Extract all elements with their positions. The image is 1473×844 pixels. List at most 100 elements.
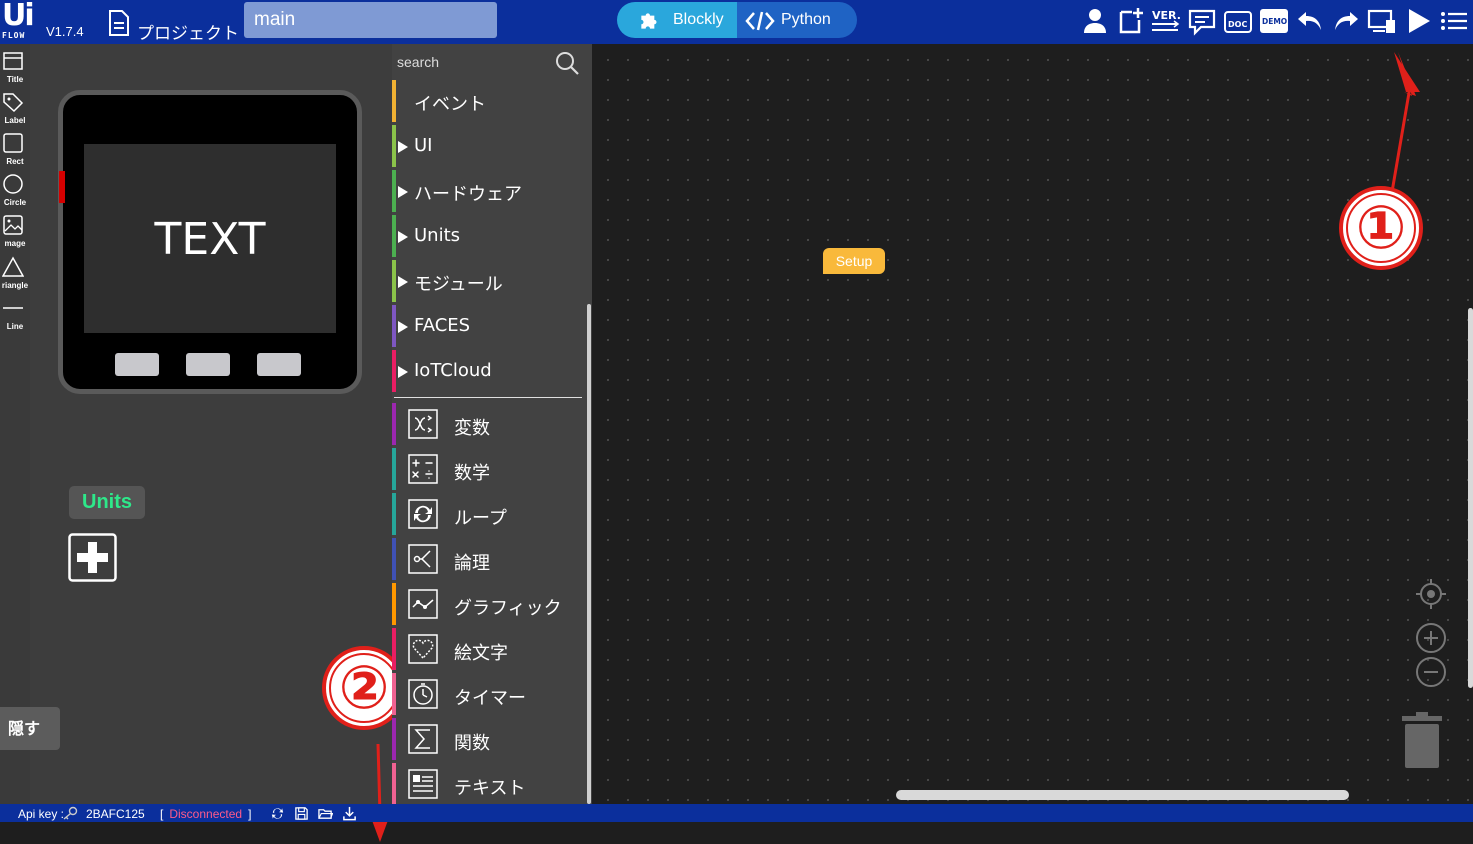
category-label: FACES [414, 315, 471, 336]
project-menu[interactable]: プロジェクト [137, 19, 239, 44]
message-icon[interactable] [1187, 6, 1217, 36]
save-icon[interactable] [294, 806, 309, 821]
top-bar: Ui FLOW V1.7.4 プロジェクト main Blockly Pytho… [0, 0, 1473, 44]
hide-button[interactable]: 隠す [0, 707, 60, 750]
category-timer[interactable]: タイマー [392, 673, 584, 715]
category-module[interactable]: モジュール [392, 260, 584, 302]
screen-text-label[interactable]: TEXT [84, 214, 336, 265]
category-iotcloud[interactable]: IoTCloud [392, 350, 584, 392]
category-faces[interactable]: FACES [392, 305, 584, 347]
api-key-label: Api key : [18, 807, 65, 821]
category-color-bar [392, 305, 396, 347]
connection-status[interactable]: [Disconnected] [160, 807, 251, 821]
version-icon[interactable]: VER. [1150, 6, 1180, 36]
graphic-icon [408, 589, 438, 619]
blockly-mode-button[interactable]: Blockly [617, 2, 737, 38]
category-color-bar [392, 125, 396, 167]
device-button-a [115, 353, 159, 376]
search-icon[interactable] [554, 50, 580, 76]
setup-block[interactable]: Setup [823, 248, 885, 274]
category-logic[interactable]: 論理 [392, 538, 584, 580]
tool-rect[interactable]: Rect [0, 130, 30, 170]
run-icon[interactable] [1403, 6, 1433, 36]
category-function[interactable]: 関数 [392, 718, 584, 760]
image-icon [3, 215, 23, 235]
expand-arrow-icon [398, 366, 408, 378]
category-loop[interactable]: ループ [392, 493, 584, 535]
category-label: 関数 [454, 733, 490, 754]
trash-icon[interactable] [1400, 710, 1444, 770]
menu-icon[interactable] [1439, 6, 1469, 36]
category-color-bar [392, 763, 396, 805]
block-category-panel: search イベント UI ハードウェア Units モジュール FACES [392, 44, 592, 805]
category-color-bar [392, 215, 396, 257]
sync-icon[interactable] [270, 806, 285, 821]
units-label: Units [69, 486, 145, 519]
user-icon[interactable] [1080, 6, 1110, 36]
category-color-bar [392, 350, 396, 392]
category-variables[interactable]: 変数 [392, 403, 584, 445]
undo-icon[interactable] [1295, 6, 1325, 36]
tool-line[interactable]: Line [0, 295, 30, 335]
version-icon-text: VER. [1152, 9, 1180, 22]
device-power-indicator [59, 171, 65, 203]
triangle-icon [2, 256, 24, 277]
annotation-1-text: ① [1356, 193, 1407, 263]
annotation-arrow-1 [1390, 52, 1420, 192]
device-button-c [257, 353, 301, 376]
redo-icon[interactable] [1331, 6, 1361, 36]
timer-icon [408, 679, 438, 709]
doc-icon[interactable]: DOC [1223, 6, 1253, 36]
line-icon [3, 307, 23, 309]
api-key-value: 2BAFC125 [86, 807, 145, 821]
category-scrollbar[interactable] [587, 304, 591, 804]
variable-icon [408, 409, 438, 439]
title-icon [3, 52, 23, 70]
loop-icon [408, 499, 438, 529]
project-file-icon[interactable] [108, 10, 130, 36]
add-unit-button[interactable] [68, 533, 117, 582]
search-input[interactable]: search [397, 54, 439, 70]
filename-input[interactable]: main [244, 2, 497, 38]
tool-image-label: mage [4, 239, 26, 248]
expand-arrow-icon [398, 186, 408, 198]
status-bar: Api key : 2BAFC125 [Disconnected] [0, 804, 1473, 822]
category-event[interactable]: イベント [392, 80, 584, 122]
tool-image[interactable]: mage [0, 212, 30, 252]
tool-circle[interactable]: Circle [0, 171, 30, 211]
tool-triangle[interactable]: riangle [0, 254, 30, 294]
workspace-horizontal-scrollbar[interactable] [896, 790, 1349, 800]
workspace-vertical-scrollbar[interactable] [1468, 308, 1473, 688]
category-graphic[interactable]: グラフィック [392, 583, 584, 625]
category-color-bar [392, 493, 396, 535]
device-screen[interactable]: TEXT [84, 144, 336, 333]
python-mode-button[interactable]: Python [737, 2, 857, 38]
category-units[interactable]: Units [392, 215, 584, 257]
device-icon[interactable] [1367, 6, 1397, 36]
category-emoji[interactable]: 絵文字 [392, 628, 584, 670]
category-color-bar [392, 260, 396, 302]
zoom-in-icon[interactable] [1415, 622, 1447, 654]
zoom-out-icon[interactable] [1415, 656, 1447, 688]
category-color-bar [392, 628, 396, 670]
category-color-bar [392, 718, 396, 760]
recenter-icon[interactable] [1415, 578, 1447, 610]
folder-icon[interactable] [318, 806, 333, 821]
tool-title[interactable]: Title [0, 48, 30, 88]
connection-state: Disconnected [169, 807, 243, 821]
key-icon [63, 806, 78, 820]
category-math[interactable]: 数学 [392, 448, 584, 490]
blockly-workspace[interactable]: Setup ① [592, 44, 1473, 804]
python-label: Python [781, 11, 831, 28]
download-icon[interactable] [342, 806, 357, 821]
category-hardware[interactable]: ハードウェア [392, 170, 584, 212]
category-text[interactable]: テキスト [392, 763, 584, 805]
ui-tools-sidebar: Title Label Rect Circle mage riangle Lin… [0, 44, 30, 804]
expand-arrow-icon [398, 141, 408, 153]
category-ui[interactable]: UI [392, 125, 584, 167]
tool-label[interactable]: Label [0, 89, 30, 129]
category-search[interactable]: search [392, 44, 592, 80]
category-color-bar [392, 170, 396, 212]
demo-icon[interactable]: DEMO [1259, 6, 1289, 36]
new-file-icon[interactable] [1116, 6, 1146, 36]
